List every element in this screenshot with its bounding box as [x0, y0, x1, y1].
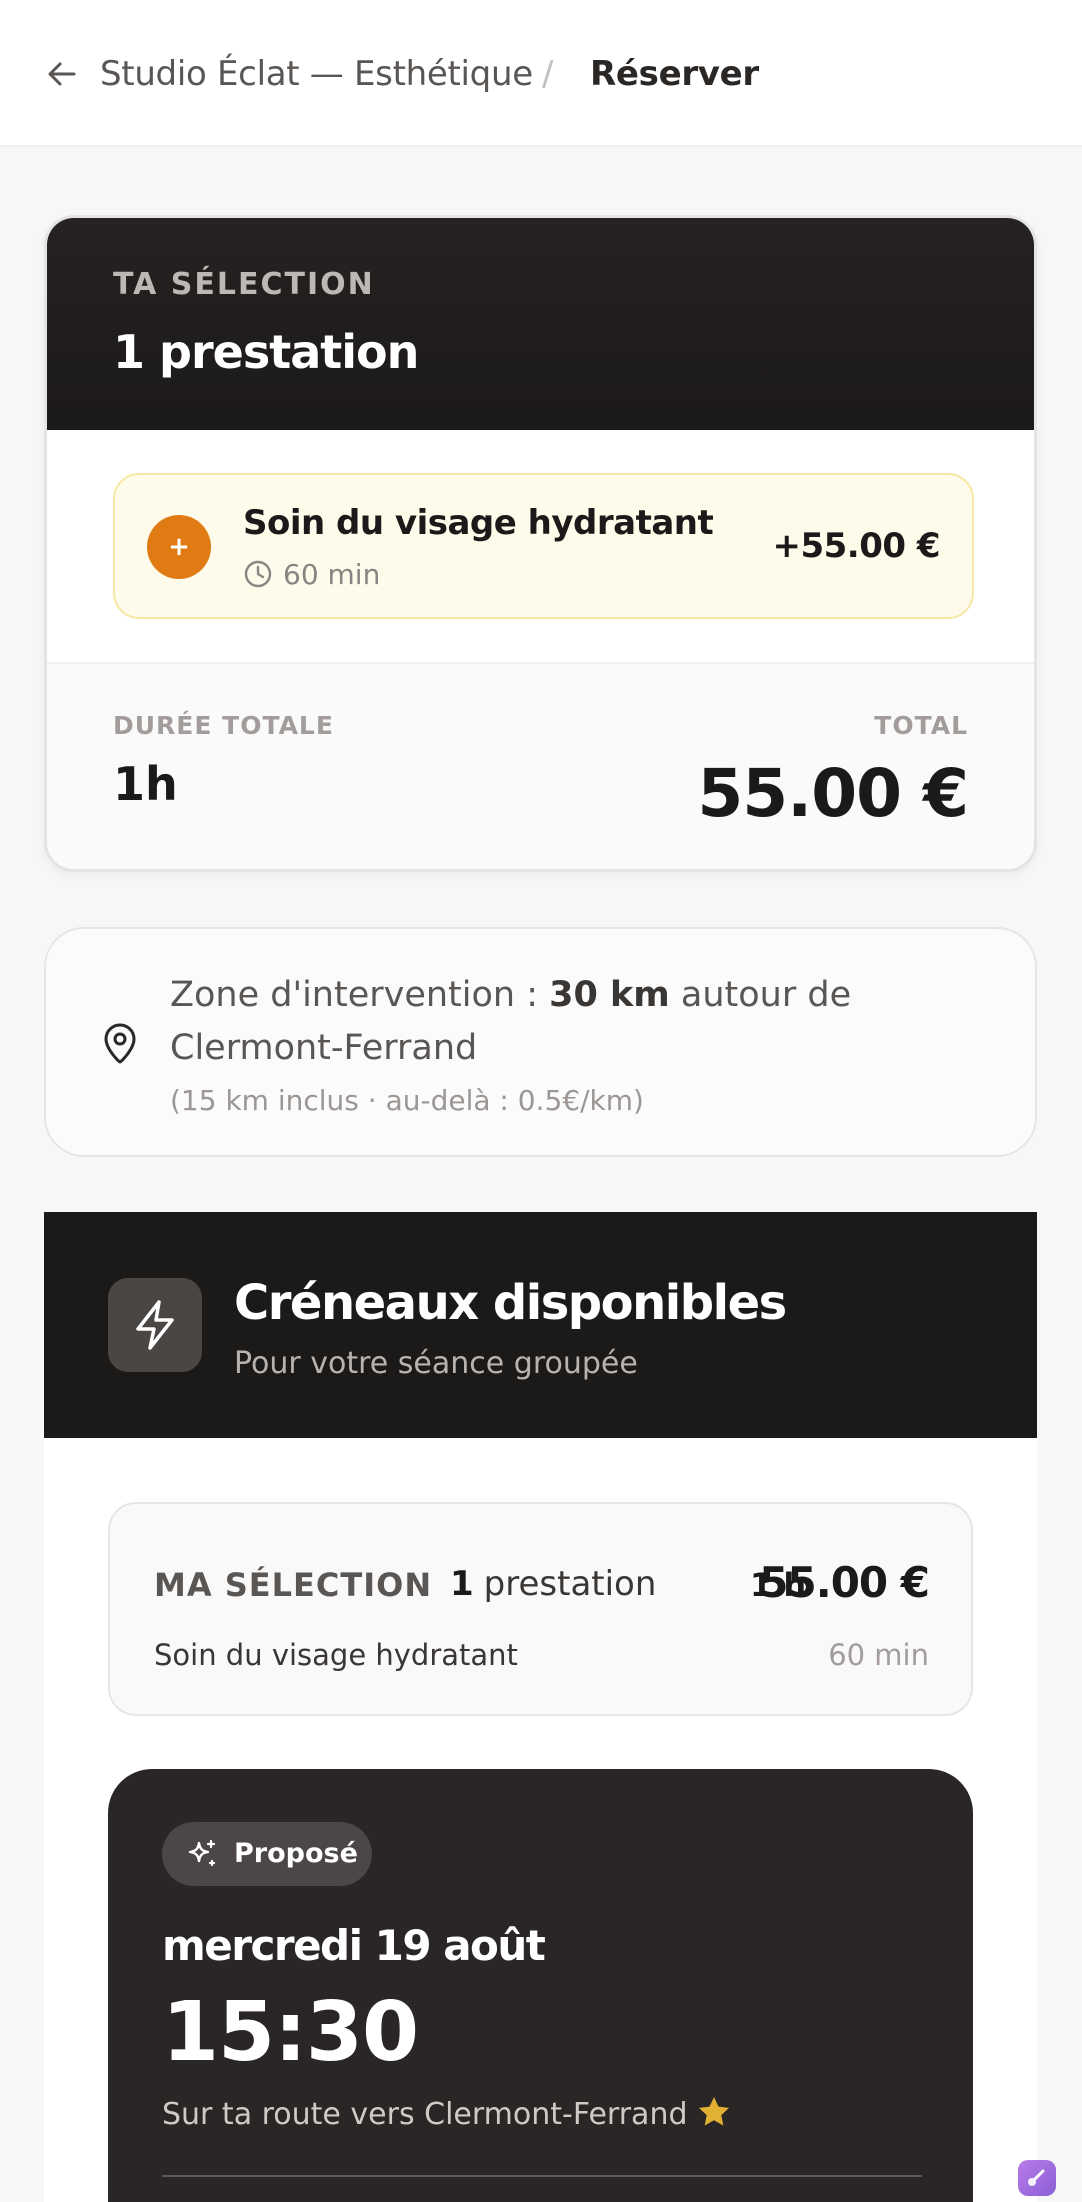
widget-icon: [1028, 2169, 1045, 2186]
selection-header: TA SÉLECTION 1 prestation: [47, 218, 1034, 430]
sparkles-icon: [188, 1839, 216, 1867]
slots-header: Créneaux disponibles Pour votre séance g…: [44, 1212, 1037, 1438]
zone-prefix: Zone d'intervention :: [170, 975, 550, 1015]
total-duration-value: 1h: [113, 757, 178, 811]
proposed-slot-card[interactable]: Proposé mercredi 19 août 15:30 Sur ta ro…: [108, 1769, 973, 2202]
total-duration-label: DURÉE TOTALE: [113, 711, 334, 740]
slots-subtitle: Pour votre séance groupée: [234, 1346, 638, 1381]
total-price-label: TOTAL: [874, 711, 968, 740]
slot-route-note: Sur ta route vers Clermont-Ferrand: [162, 2093, 732, 2137]
service-name: Soin du visage hydratant: [243, 503, 714, 543]
selection-eyebrow: TA SÉLECTION: [113, 267, 375, 302]
star-icon: [698, 2097, 729, 2126]
bolt-tile: [108, 1278, 202, 1372]
selection-totals: DURÉE TOTALE 1h TOTAL 55.00 €: [47, 662, 1034, 869]
total-price-value: 55.00 €: [697, 755, 969, 832]
service-duration: 60 min: [283, 558, 381, 591]
breadcrumb-separator: /: [542, 54, 554, 94]
add-service-badge[interactable]: +: [147, 515, 211, 579]
selection-summary-card: TA SÉLECTION 1 prestation + Soin du visa…: [44, 215, 1037, 872]
back-arrow-icon[interactable]: [44, 56, 80, 92]
selected-service-item[interactable]: + Soin du visage hydratant 60 min +55.00…: [113, 473, 974, 619]
map-pin-icon: [104, 1023, 136, 1064]
slot-divider: [162, 2175, 922, 2177]
breadcrumb-shop-link[interactable]: Studio Éclat — Esthétique: [100, 50, 533, 98]
my-selection-item-duration: 60 min: [828, 1638, 929, 1672]
selection-title: 1 prestation: [113, 325, 419, 379]
slots-title: Créneaux disponibles: [234, 1275, 787, 1331]
zone-distance: 30 km: [549, 975, 670, 1015]
my-selection-item-name: Soin du visage hydratant: [154, 1638, 518, 1672]
my-selection-count-label: prestation: [483, 1564, 657, 1604]
top-bar: Studio Éclat — Esthétique / Réserver: [0, 0, 1082, 147]
breadcrumb-current: Réserver: [590, 54, 759, 94]
service-zone-card: Zone d'intervention : 30 km autour de Cl…: [44, 927, 1037, 1157]
my-selection-price: 55.00 €: [759, 1558, 930, 1607]
available-slots-section: Créneaux disponibles Pour votre séance g…: [44, 1212, 1037, 2202]
my-selection-count-number: 1: [450, 1564, 474, 1604]
slot-time: 15:30: [162, 1985, 419, 2080]
my-selection-card: MA SÉLECTION 1 prestation 1 h 55.00 € Soi…: [108, 1502, 973, 1716]
zone-pricing-note: (15 km inclus · au-delà : 0.5€/km): [170, 1084, 644, 1117]
proposed-badge[interactable]: Proposé: [162, 1822, 372, 1886]
slot-route-text: Sur ta route vers Clermont-Ferrand: [162, 2097, 688, 2132]
zone-description: Zone d'intervention : 30 km autour de Cl…: [170, 969, 1010, 1075]
lightning-bolt-icon: [136, 1300, 174, 1350]
proposed-badge-label: Proposé: [234, 1838, 358, 1869]
slot-date: mercredi 19 août: [162, 1921, 546, 1970]
clock-icon: [244, 560, 272, 588]
my-selection-label: MA SÉLECTION: [154, 1566, 433, 1604]
service-price: +55.00 €: [772, 526, 940, 566]
my-selection-count: 1 prestation: [450, 1560, 656, 1608]
floating-widget-button[interactable]: [1018, 2160, 1056, 2196]
